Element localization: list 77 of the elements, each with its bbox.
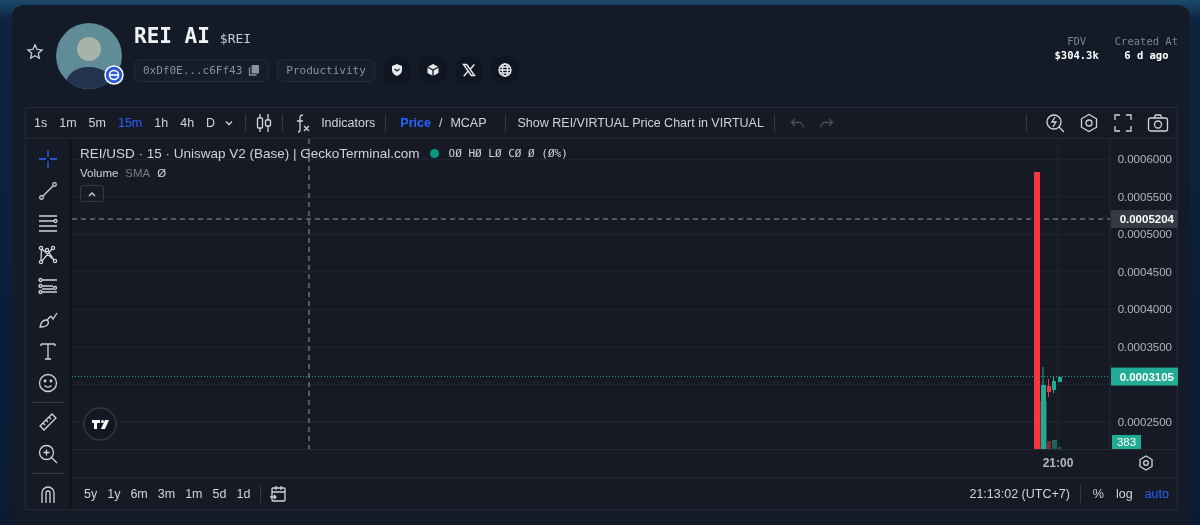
collapse-button[interactable] xyxy=(80,185,104,202)
last-price-label: 0.0003105 xyxy=(1111,367,1178,386)
indicator-name: Volume xyxy=(80,167,119,179)
emoji-icon[interactable] xyxy=(37,373,58,393)
interval-tab[interactable]: D xyxy=(202,113,220,133)
ruler-icon[interactable] xyxy=(37,412,58,432)
pair-toggle-button[interactable]: Show REI/VIRTUAL Price Chart in VIRTUAL xyxy=(517,116,764,130)
text-icon[interactable] xyxy=(37,341,58,361)
range-button[interactable]: 6m xyxy=(128,484,150,503)
stat-label: FDV xyxy=(1067,35,1087,47)
globe-button[interactable] xyxy=(490,56,519,84)
range-button[interactable]: 3m xyxy=(155,484,178,503)
fib-levels-icon[interactable] xyxy=(37,277,58,297)
scale-option[interactable]: auto xyxy=(1144,486,1169,501)
indicators-button[interactable]: Indicators xyxy=(293,113,376,133)
range-button[interactable]: 5d xyxy=(210,484,229,503)
chart-legend: REI/USD · 15 · Uniswap V2 (Base) | GeckoTerminal.com xyxy=(80,146,420,161)
time-tick-label: 21:00 xyxy=(1042,456,1074,470)
camera-icon[interactable] xyxy=(1147,113,1169,133)
price-tick-label: 0.0003500 xyxy=(1117,340,1172,353)
range-button[interactable]: 1y xyxy=(105,484,123,503)
price-tick-label: 0.0002500 xyxy=(1117,416,1172,428)
price-mode-option[interactable]: Price xyxy=(396,113,435,133)
logo-icon xyxy=(83,407,117,441)
volume-value-label: 383 xyxy=(1112,435,1141,449)
cube-icon xyxy=(425,63,440,77)
stat-label: Created At xyxy=(1114,35,1178,47)
range-button[interactable]: 5y xyxy=(82,484,100,503)
price-tick-label: 0.0004500 xyxy=(1117,265,1172,278)
scale-option[interactable]: % xyxy=(1092,486,1104,501)
interval-tab[interactable]: 1s xyxy=(30,113,52,133)
price-tick-label: 0.0005000 xyxy=(1117,228,1172,241)
cube-button[interactable] xyxy=(418,56,447,84)
interval-tab[interactable]: 4h xyxy=(176,113,199,133)
crosshair-price-label: 0.0005204 xyxy=(1111,210,1178,228)
price-tick-label: 0.0004000 xyxy=(1117,303,1172,316)
price-tick-label: 0.0006000 xyxy=(1117,153,1172,166)
category-tag: Productivity xyxy=(277,58,375,82)
clock-text: 21:13:02 (UTC+7) xyxy=(969,486,1070,501)
fullscreen-icon[interactable] xyxy=(1113,113,1133,133)
globe-icon xyxy=(497,63,512,77)
candlestick-icon[interactable] xyxy=(256,113,273,133)
x-button[interactable] xyxy=(454,56,483,84)
trend-line-icon[interactable] xyxy=(37,181,58,201)
scale-option[interactable]: log xyxy=(1115,486,1133,501)
stat-value: 6 d ago xyxy=(1124,49,1169,61)
indicator-param: SMA xyxy=(125,167,151,179)
crosshair-icon[interactable] xyxy=(37,149,58,169)
ohlc-values: OØ HØ LØ CØ Ø (Ø%) xyxy=(448,147,568,160)
x-icon xyxy=(461,63,476,77)
range-button[interactable]: 1m xyxy=(183,484,205,503)
parallel-lines-icon[interactable] xyxy=(37,213,58,233)
status-dot xyxy=(429,149,439,158)
token-ticker: $REI xyxy=(219,31,252,46)
price-tick-label: 0.0005500 xyxy=(1117,190,1172,203)
settings-icon[interactable] xyxy=(1079,113,1099,133)
shield-button[interactable] xyxy=(382,56,411,84)
calendar-icon[interactable] xyxy=(269,484,288,503)
interval-tab[interactable]: 1h xyxy=(150,113,173,133)
zoom-in-icon[interactable] xyxy=(37,444,58,464)
shield-icon xyxy=(389,63,404,77)
interval-tab[interactable]: 5m xyxy=(84,113,110,133)
range-button[interactable]: 1d xyxy=(234,484,253,503)
separator-text: / xyxy=(438,116,443,130)
settings-icon[interactable] xyxy=(1139,455,1153,471)
pattern-icon[interactable] xyxy=(37,245,58,265)
interval-tab[interactable]: 15m xyxy=(113,113,147,133)
interval-tab[interactable]: 1m xyxy=(55,113,81,133)
star-icon[interactable] xyxy=(26,43,44,61)
badge-icon xyxy=(104,65,124,85)
token-name: REI AI xyxy=(134,24,210,48)
copy-icon xyxy=(248,64,261,76)
quick-search-icon[interactable] xyxy=(1045,113,1065,133)
stat-value: $304.3k xyxy=(1054,49,1099,61)
indicator-value: Ø xyxy=(157,167,167,179)
price-mode-option[interactable]: MCAP xyxy=(446,113,491,133)
address-chip[interactable]: 0xDf0E...c6Ff43 xyxy=(134,58,270,82)
